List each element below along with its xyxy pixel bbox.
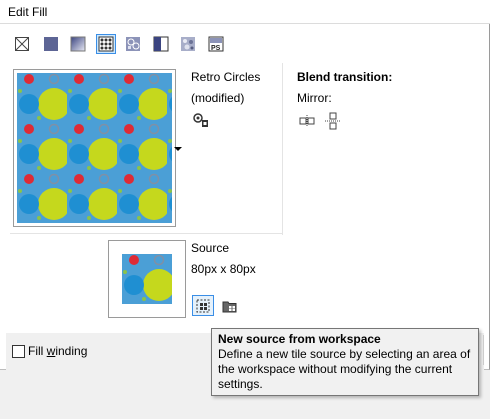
preview-dropdown-arrow-icon[interactable] <box>174 146 182 152</box>
bitmap-pattern-fill-icon <box>126 37 140 51</box>
label-text: Fill <box>28 344 47 358</box>
pattern-swatch-image <box>17 73 172 223</box>
tooltip-title: New source from workspace <box>218 332 381 346</box>
tooltip: New source from workspace Define a new t… <box>211 328 479 396</box>
fountain-fill-button[interactable] <box>68 34 88 54</box>
vector-pattern-fill-icon <box>98 36 114 52</box>
tooltip-body: Define a new tile source by selecting an… <box>218 347 471 391</box>
mirror-vertical-icon[interactable] <box>324 112 342 130</box>
title-bar: Edit Fill <box>0 0 490 24</box>
folder-icon <box>222 301 237 312</box>
divider <box>0 23 490 24</box>
edit-fill-dialog: Edit Fill PS Retro Circles (modified) Bl… <box>0 0 490 370</box>
source-tile-image <box>122 254 172 304</box>
source-label: Source <box>191 241 230 255</box>
mirror-horizontal-icon[interactable] <box>298 114 316 128</box>
fill-winding-checkbox[interactable] <box>12 345 25 358</box>
texture-fill-icon <box>181 37 195 51</box>
uniform-fill-button[interactable] <box>41 34 61 54</box>
svg-text:PS: PS <box>211 45 221 52</box>
new-source-from-file-button[interactable] <box>220 296 240 315</box>
fountain-fill-icon <box>70 36 86 52</box>
source-tile-preview <box>108 240 186 318</box>
bitmap-pattern-fill-button[interactable] <box>123 34 143 54</box>
dialog-title: Edit Fill <box>8 5 48 19</box>
label-text: inding <box>55 344 88 358</box>
pattern-name: Retro Circles <box>191 70 261 84</box>
postscript-fill-icon: PS <box>208 36 224 52</box>
blend-transition-heading: Blend transition: <box>297 70 393 84</box>
pattern-preview[interactable] <box>13 69 176 227</box>
workspace-selection-icon <box>196 299 210 312</box>
divider <box>282 63 283 235</box>
two-color-pattern-fill-icon <box>153 36 169 52</box>
two-color-pattern-fill-button[interactable] <box>151 34 171 54</box>
retro-circles-pattern <box>17 73 172 223</box>
source-tile-swatch <box>122 254 172 304</box>
source-size: 80px x 80px <box>191 262 256 276</box>
postscript-fill-button[interactable]: PS <box>206 34 226 54</box>
fill-winding-label[interactable]: Fill winding <box>28 344 87 358</box>
pattern-tool-icon[interactable] <box>192 112 210 128</box>
no-fill-icon <box>15 37 29 51</box>
mirror-label: Mirror: <box>297 91 332 105</box>
pattern-state: (modified) <box>191 91 245 105</box>
uniform-fill-icon <box>44 37 58 51</box>
new-source-from-workspace-button[interactable] <box>192 295 214 316</box>
scrollbar-edge <box>483 335 488 365</box>
texture-fill-button[interactable] <box>178 34 198 54</box>
no-fill-button[interactable] <box>12 34 32 54</box>
divider <box>10 233 282 234</box>
vector-pattern-fill-button[interactable] <box>96 34 116 54</box>
